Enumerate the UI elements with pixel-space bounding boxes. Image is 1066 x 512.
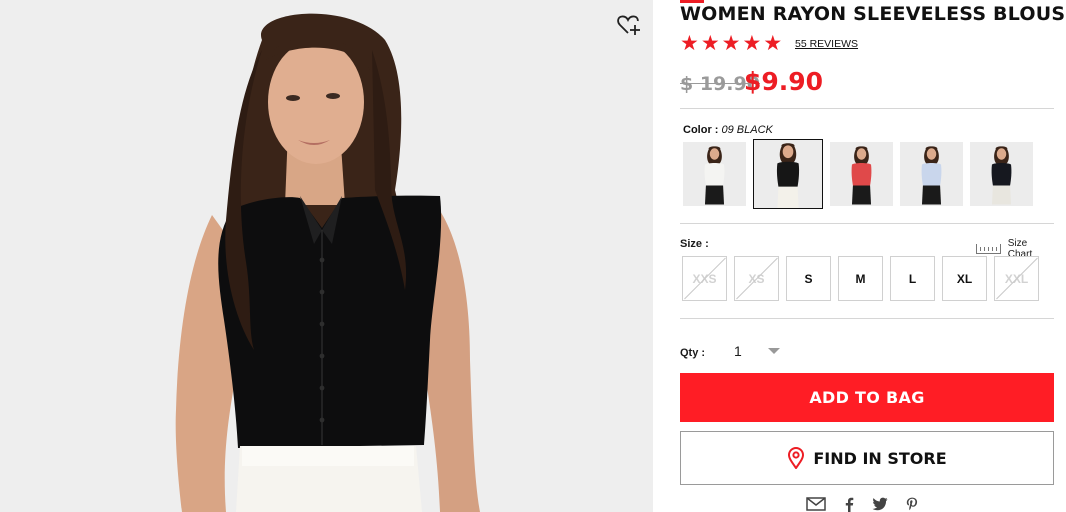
rating-stars: ★ ★ ★ ★ ★ (680, 33, 782, 55)
color-swatches (683, 139, 1040, 209)
color-swatch[interactable] (753, 139, 823, 209)
size-option-s[interactable]: S (786, 256, 831, 301)
size-option-m[interactable]: M (838, 256, 883, 301)
product-title: WOMEN RAYON SLEEVELESS BLOUSE (680, 3, 1066, 25)
product-info: WOMEN RAYON SLEEVELESS BLOUSE ★ ★ ★ ★ ★ … (680, 0, 1066, 512)
product-image (0, 0, 653, 512)
divider (680, 318, 1054, 319)
swatch-thumbnail (901, 143, 962, 205)
size-option-xs[interactable]: XS (734, 256, 779, 301)
divider (680, 108, 1054, 109)
star-icon: ★ (680, 32, 699, 55)
share-bar (806, 497, 918, 512)
star-icon: ★ (700, 32, 720, 55)
mail-icon[interactable] (806, 497, 826, 511)
qty-select[interactable]: 1 (724, 339, 780, 363)
chevron-down-icon (768, 348, 780, 354)
star-icon: ★ (721, 32, 741, 55)
reviews-link[interactable]: 55 REVIEWS (795, 38, 858, 50)
model-photo (0, 0, 653, 512)
star-icon: ★ (742, 32, 762, 55)
pinterest-icon[interactable] (906, 497, 918, 512)
find-in-store-label: FIND IN STORE (813, 448, 947, 468)
sale-price: $9.90 (744, 67, 824, 96)
color-swatch[interactable] (970, 142, 1033, 206)
star-icon: ★ (763, 32, 783, 55)
twitter-icon[interactable] (872, 497, 888, 511)
swatch-thumbnail (971, 143, 1032, 205)
swatch-thumbnail (754, 140, 822, 208)
size-option-xl[interactable]: XL (942, 256, 987, 301)
color-label: Color : 09 BLACK (683, 124, 773, 136)
add-to-bag-button[interactable]: ADD TO BAG (680, 373, 1054, 422)
color-swatch[interactable] (830, 142, 893, 206)
color-swatch[interactable] (683, 142, 746, 206)
qty-label: Qty : (680, 347, 706, 359)
find-in-store-button[interactable]: FIND IN STORE (680, 431, 1054, 485)
size-option-l[interactable]: L (890, 256, 935, 301)
divider (680, 223, 1054, 224)
location-pin-icon (788, 447, 805, 469)
size-label: Size : (680, 238, 709, 250)
qty-value: 1 (734, 343, 742, 359)
size-option-xxl[interactable]: XXL (994, 256, 1039, 301)
selected-color: 09 BLACK (721, 124, 773, 136)
facebook-icon[interactable] (844, 497, 854, 512)
color-swatch[interactable] (900, 142, 963, 206)
swatch-thumbnail (831, 143, 892, 205)
size-options: XXS XS S M L XL XXL (682, 256, 1046, 301)
ruler-icon (976, 244, 1001, 254)
swatch-thumbnail (684, 143, 745, 205)
add-to-wishlist-icon[interactable] (616, 12, 642, 38)
size-option-xxs[interactable]: XXS (682, 256, 727, 301)
